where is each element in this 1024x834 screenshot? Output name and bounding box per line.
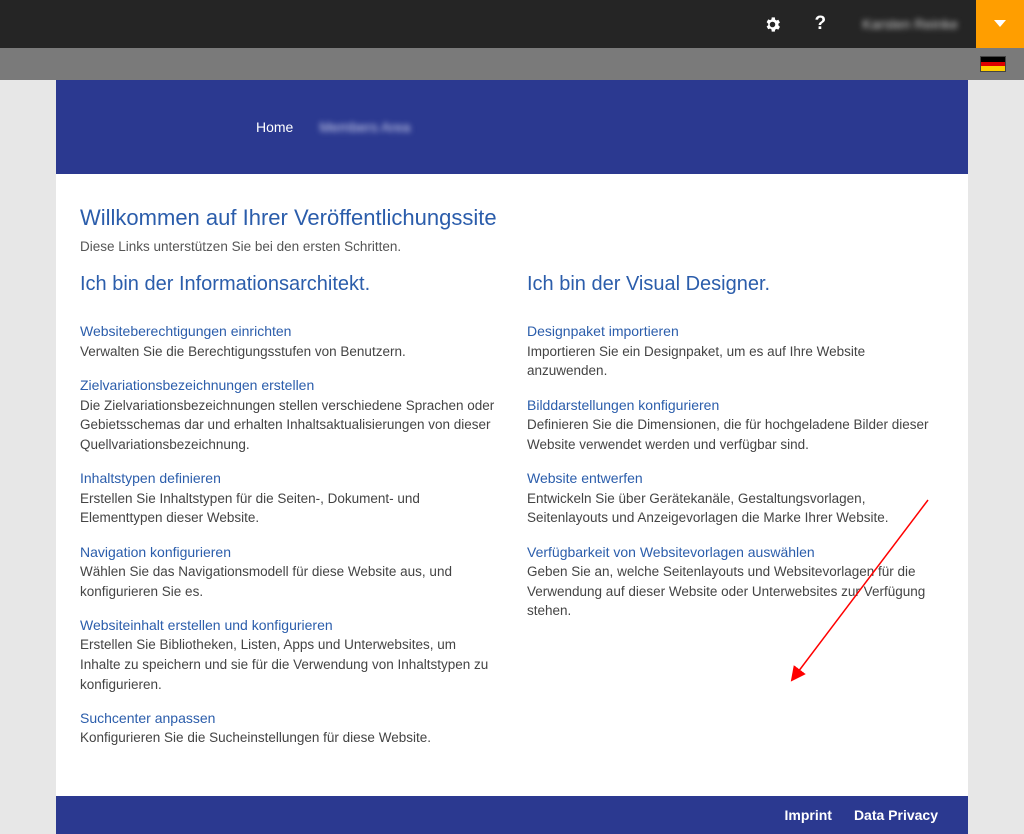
architect-heading: Ich bin der Informationsarchitekt. bbox=[80, 270, 497, 299]
link-item: Zielvariationsbezeichnungen erstellen Di… bbox=[80, 375, 497, 454]
link-item: Designpaket importieren Importieren Sie … bbox=[527, 321, 944, 380]
desc-permissions: Verwalten Sie die Berechtigungsstufen vo… bbox=[80, 342, 497, 362]
link-templates[interactable]: Verfügbarkeit von Websitevorlagen auswäh… bbox=[527, 542, 944, 562]
architect-column: Ich bin der Informationsarchitekt. Websi… bbox=[80, 270, 497, 762]
link-item: Navigation konfigurieren Wählen Sie das … bbox=[80, 542, 497, 601]
desc-variations: Die Zielvariationsbezeichnungen stellen … bbox=[80, 396, 497, 455]
link-imagerenditions[interactable]: Bilddarstellungen konfigurieren bbox=[527, 395, 944, 415]
link-permissions[interactable]: Websiteberechtigungen einrichten bbox=[80, 321, 497, 341]
desc-imagerenditions: Definieren Sie die Dimensionen, die für … bbox=[527, 415, 944, 454]
username-label: Karsten Reinke bbox=[862, 16, 958, 32]
global-top-bar: ? Karsten Reinke bbox=[0, 0, 1024, 48]
nav-home[interactable]: Home bbox=[256, 119, 293, 135]
desc-templates: Geben Sie an, welche Seitenlayouts und W… bbox=[527, 562, 944, 621]
page-title: Willkommen auf Ihrer Veröffentlichungssi… bbox=[80, 202, 944, 234]
page-subtitle: Diese Links unterstützen Sie bei den ers… bbox=[80, 237, 944, 257]
desc-searchcenter: Konfigurieren Sie die Sucheinstellungen … bbox=[80, 728, 497, 748]
link-item: Websiteberechtigungen einrichten Verwalt… bbox=[80, 321, 497, 361]
link-sitecontent[interactable]: Websiteinhalt erstellen und konfiguriere… bbox=[80, 615, 497, 635]
link-item: Verfügbarkeit von Websitevorlagen auswäh… bbox=[527, 542, 944, 621]
footer-privacy[interactable]: Data Privacy bbox=[854, 807, 938, 823]
link-item: Websiteinhalt erstellen und konfiguriere… bbox=[80, 615, 497, 694]
link-navigation[interactable]: Navigation konfigurieren bbox=[80, 542, 497, 562]
desc-sitecontent: Erstellen Sie Bibliotheken, Listen, Apps… bbox=[80, 635, 497, 694]
user-dropdown-button[interactable] bbox=[976, 0, 1024, 48]
nav-second[interactable]: Members Area bbox=[319, 119, 410, 135]
user-menu[interactable]: Karsten Reinke bbox=[844, 0, 976, 48]
gear-icon bbox=[763, 15, 782, 34]
hero-nav: Home Members Area bbox=[56, 80, 968, 174]
desc-designpackage: Importieren Sie ein Designpaket, um es a… bbox=[527, 342, 944, 381]
designer-column: Ich bin der Visual Designer. Designpaket… bbox=[527, 270, 944, 762]
locale-bar bbox=[0, 48, 1024, 80]
german-flag-icon[interactable] bbox=[980, 56, 1006, 72]
page-container: Home Members Area Willkommen auf Ihrer V… bbox=[56, 80, 968, 834]
link-item: Website entwerfen Entwickeln Sie über Ge… bbox=[527, 468, 944, 527]
desc-navigation: Wählen Sie das Navigationsmodell für die… bbox=[80, 562, 497, 601]
settings-button[interactable] bbox=[748, 0, 796, 48]
link-item: Inhaltstypen definieren Erstellen Sie In… bbox=[80, 468, 497, 527]
footer-bar: Imprint Data Privacy bbox=[56, 796, 968, 834]
help-button[interactable]: ? bbox=[796, 0, 844, 48]
desc-contenttypes: Erstellen Sie Inhaltstypen für die Seite… bbox=[80, 489, 497, 528]
desc-designsite: Entwickeln Sie über Gerätekanäle, Gestal… bbox=[527, 489, 944, 528]
link-item: Bilddarstellungen konfigurieren Definier… bbox=[527, 395, 944, 454]
link-contenttypes[interactable]: Inhaltstypen definieren bbox=[80, 468, 497, 488]
link-item: Suchcenter anpassen Konfigurieren Sie di… bbox=[80, 708, 497, 748]
question-icon: ? bbox=[814, 13, 826, 35]
main-content: Willkommen auf Ihrer Veröffentlichungssi… bbox=[56, 174, 968, 796]
link-designsite[interactable]: Website entwerfen bbox=[527, 468, 944, 488]
designer-heading: Ich bin der Visual Designer. bbox=[527, 270, 944, 299]
link-designpackage[interactable]: Designpaket importieren bbox=[527, 321, 944, 341]
caret-down-icon bbox=[994, 20, 1006, 28]
link-searchcenter[interactable]: Suchcenter anpassen bbox=[80, 708, 497, 728]
footer-imprint[interactable]: Imprint bbox=[784, 807, 831, 823]
link-variations[interactable]: Zielvariationsbezeichnungen erstellen bbox=[80, 375, 497, 395]
